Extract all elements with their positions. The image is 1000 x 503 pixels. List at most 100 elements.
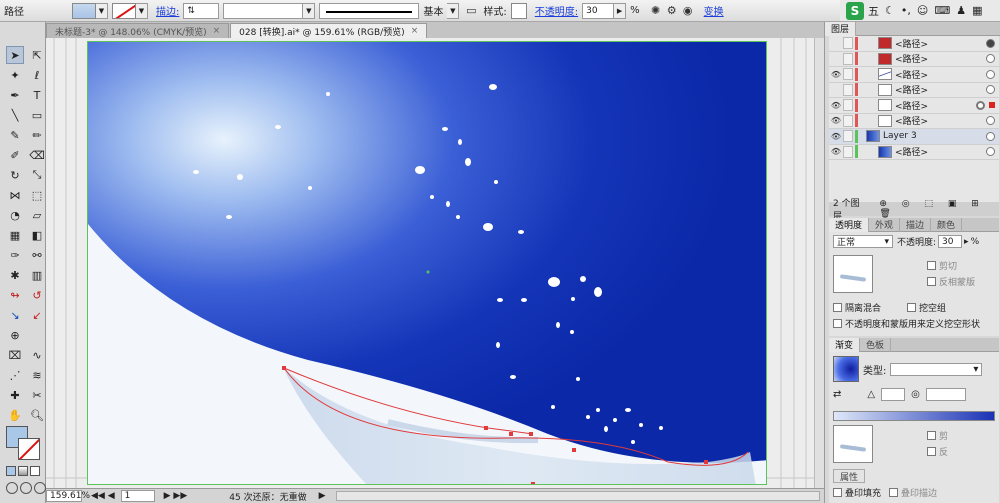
isolate-blending-checkbox[interactable]: 隔离混合 <box>833 301 881 314</box>
target-icon[interactable] <box>976 100 985 110</box>
lock-toggle[interactable] <box>843 37 853 50</box>
none-mode-icon[interactable] <box>30 466 40 476</box>
rectangle-tool-icon[interactable]: ▭ <box>28 106 46 124</box>
stroke-weight-field[interactable]: ⇅ <box>183 2 220 19</box>
bloat-tool-icon[interactable]: ↙ <box>28 306 46 324</box>
pencil-tool-icon[interactable]: ✏ <box>28 126 46 144</box>
tab-swatches[interactable]: 色板 <box>860 337 892 352</box>
opacity-input[interactable]: 30 <box>938 235 963 248</box>
invert-mask-checkbox[interactable]: 反相蒙版 <box>927 275 975 288</box>
close-icon[interactable]: × <box>213 26 221 36</box>
paintbrush-tool-icon[interactable]: ✎ <box>6 126 24 144</box>
layer-name[interactable]: Layer 3 <box>883 131 986 141</box>
wrinkle-tool-icon[interactable]: ≋ <box>28 366 46 384</box>
layer-name[interactable]: <路径> <box>895 114 986 127</box>
punct-icon[interactable]: •, <box>901 4 911 17</box>
column-graph-tool-icon[interactable]: ▥ <box>28 266 46 284</box>
lock-toggle[interactable] <box>843 145 853 158</box>
tab-appearance[interactable]: 外观 <box>869 217 901 232</box>
fill-dropdown[interactable]: ▼ <box>96 2 108 19</box>
keyboard-icon[interactable]: ⌨ <box>934 4 950 17</box>
close-icon[interactable]: × <box>411 26 419 36</box>
ime-mode-char[interactable]: 五 <box>868 3 879 19</box>
layer-row-selected[interactable]: 👁︎ <路径> <box>829 98 999 114</box>
opacity-field[interactable]: 30 <box>582 2 615 19</box>
stroke-dropdown[interactable]: ▼ <box>136 2 148 19</box>
opacity-arrow-icon[interactable]: ▸ <box>964 237 969 247</box>
visibility-icon[interactable]: 👁︎ <box>831 131 841 141</box>
mask-thumbnail[interactable] <box>833 255 873 293</box>
stroke-swatch[interactable] <box>112 2 136 19</box>
tab-color[interactable]: 颜色 <box>931 217 963 232</box>
type-tool-icon[interactable]: T <box>28 86 46 104</box>
tab-transparency[interactable]: 透明度 <box>829 217 870 232</box>
opacity-link[interactable]: 不透明度: <box>531 3 582 18</box>
layer-row[interactable]: 👁︎ <路径> <box>829 145 999 160</box>
target-icon[interactable] <box>986 54 995 64</box>
layer-row[interactable]: <路径> <box>829 83 999 98</box>
layer-name[interactable]: <路径> <box>895 52 986 65</box>
width-tool-icon[interactable]: ⋈ <box>6 186 24 204</box>
angle-icon[interactable]: △ <box>867 389 875 400</box>
artboard-tool-icon[interactable]: ⊕ <box>6 326 24 344</box>
layer-name[interactable]: <路径> <box>895 37 986 50</box>
variable-width-dropdown[interactable]: ▼ <box>303 2 316 19</box>
knockout-group-checkbox[interactable]: 挖空组 <box>907 301 946 314</box>
crystallize-tool-icon[interactable]: ⋰ <box>6 366 24 384</box>
visibility-icon[interactable] <box>831 85 841 95</box>
tab-attributes[interactable]: 属性 <box>833 469 866 483</box>
align-icon[interactable]: ⚙ <box>664 3 680 19</box>
blend-mode-select[interactable]: 正常 ▾ <box>833 235 893 248</box>
zoom-field[interactable]: 159.61% <box>46 490 90 502</box>
gradient-tool-icon[interactable]: ◧ <box>28 226 46 244</box>
mesh-tool-icon[interactable]: ▦ <box>6 226 24 244</box>
magic-wand-tool-icon[interactable]: ✦ <box>6 66 24 84</box>
shirt-icon[interactable]: ♟ <box>956 4 966 17</box>
shape-builder-tool-icon[interactable]: ◔ <box>6 206 24 224</box>
zoom-tool-icon[interactable]: 🔍︎ <box>28 406 46 424</box>
target-icon[interactable] <box>986 147 995 157</box>
tab-stroke[interactable]: 描边 <box>900 217 932 232</box>
overprint-stroke-checkbox[interactable]: 叠印描边 <box>889 486 937 499</box>
visibility-icon[interactable]: 👁︎ <box>831 100 841 110</box>
gradient-clip-checkbox[interactable]: 剪 <box>927 429 948 442</box>
symbol-sprayer-tool-icon[interactable]: ✱ <box>6 266 24 284</box>
line-tool-icon[interactable]: ╲ <box>6 106 24 124</box>
blob-brush-tool-icon[interactable]: ✐ <box>6 146 24 164</box>
canvas-scrollbar-vertical[interactable] <box>814 38 824 488</box>
draw-inside-icon[interactable] <box>34 482 46 494</box>
lock-toggle[interactable] <box>843 130 853 143</box>
free-transform-tool-icon[interactable]: ⬚ <box>28 186 46 204</box>
nav-prev-icon[interactable]: ◀◀ ◀ <box>85 491 121 501</box>
visibility-icon[interactable]: 👁︎ <box>831 69 841 79</box>
pen-tool-icon[interactable]: ✒ <box>6 86 24 104</box>
lasso-tool-icon[interactable]: ℓ <box>28 66 46 84</box>
rotate-tool-icon[interactable]: ↻ <box>6 166 24 184</box>
target-icon[interactable] <box>986 131 995 141</box>
visibility-icon[interactable]: 👁︎ <box>831 116 841 126</box>
target-icon[interactable] <box>986 69 995 79</box>
style-swatch[interactable] <box>510 2 527 19</box>
lock-toggle[interactable] <box>843 114 853 127</box>
draw-normal-icon[interactable] <box>6 482 18 494</box>
angle-input[interactable] <box>881 388 906 401</box>
fill-stroke-widget[interactable] <box>6 426 42 462</box>
twirl-tool-icon[interactable]: ↺ <box>28 286 46 304</box>
sogou-logo-icon[interactable]: S <box>846 1 864 20</box>
variable-width-field[interactable] <box>223 2 304 19</box>
scissors-tool-icon[interactable]: ✂ <box>28 386 46 404</box>
pucker-tool-icon[interactable]: ↘ <box>6 306 24 324</box>
grid-icon[interactable]: ▦ <box>972 4 982 17</box>
visibility-icon[interactable]: 👁︎ <box>831 147 841 157</box>
reverse-gradient-icon[interactable]: ⇄ <box>833 389 841 400</box>
lock-toggle[interactable] <box>843 83 853 96</box>
sprayer-tool-icon[interactable]: ✚ <box>6 386 24 404</box>
status-menu-icon[interactable]: ▶ <box>313 491 332 501</box>
perspective-grid-tool-icon[interactable]: ▱ <box>28 206 46 224</box>
visibility-icon[interactable] <box>831 38 841 48</box>
layer-name[interactable]: <路径> <box>895 68 986 81</box>
hand-tool-icon[interactable]: ✋ <box>6 406 24 424</box>
artboard-page-field[interactable]: 1 <box>120 490 155 502</box>
artboard[interactable] <box>87 41 767 485</box>
eyedropper-tool-icon[interactable]: ✑ <box>6 246 24 264</box>
